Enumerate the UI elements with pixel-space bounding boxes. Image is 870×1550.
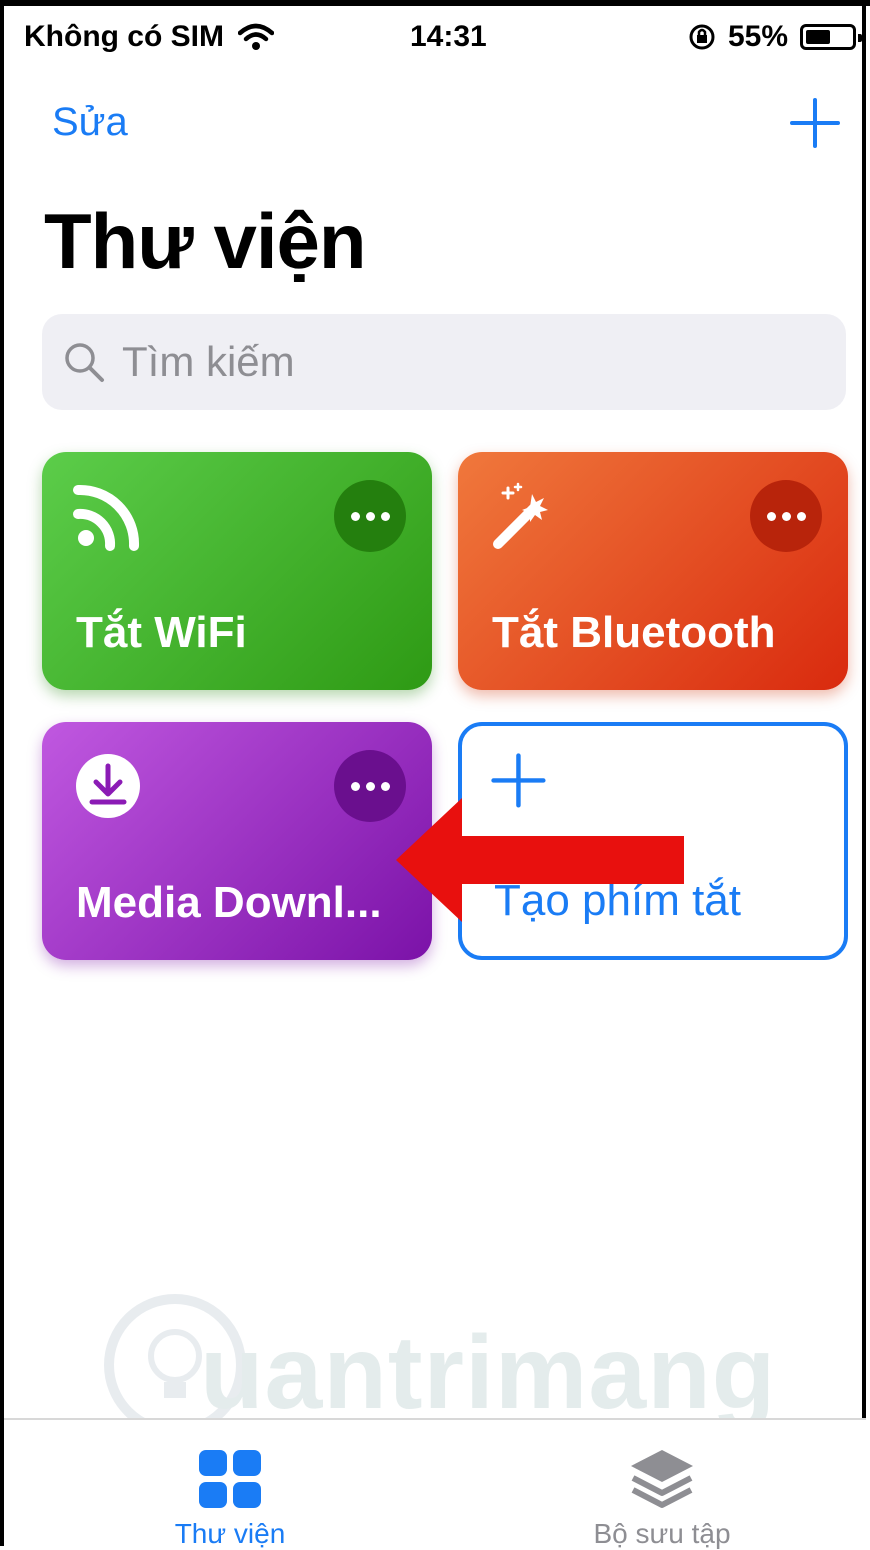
tab-bar: Thư viện Bộ sưu tập xyxy=(4,1418,866,1549)
shortcut-name: Media Downl... xyxy=(76,878,382,927)
layers-icon xyxy=(631,1450,693,1508)
search-bar[interactable] xyxy=(42,314,846,410)
shortcut-card-tat-wifi[interactable]: Tắt WiFi xyxy=(42,452,432,690)
battery-level-fill xyxy=(806,30,830,44)
grid-icon xyxy=(199,1450,261,1508)
wifi-icon xyxy=(237,23,274,50)
annotation-arrow-icon xyxy=(396,798,684,922)
more-button[interactable] xyxy=(750,480,822,552)
shortcut-card-tat-bluetooth[interactable]: Tắt Bluetooth xyxy=(458,452,848,690)
carrier-label: Không có SIM xyxy=(24,20,224,53)
tab-gallery[interactable]: Bộ sưu tập xyxy=(512,1420,812,1549)
shortcut-name: Tắt WiFi xyxy=(76,608,247,657)
search-icon xyxy=(65,343,104,382)
clock: 14:31 xyxy=(410,20,487,53)
more-button[interactable] xyxy=(334,480,406,552)
battery-icon xyxy=(800,24,862,50)
search-input[interactable] xyxy=(120,337,824,387)
download-icon xyxy=(76,754,140,818)
page-title: Thư viện xyxy=(44,197,367,285)
edit-button[interactable]: Sửa xyxy=(52,100,128,145)
magic-wand-icon xyxy=(493,482,548,549)
tab-label: Thư viện xyxy=(174,1518,286,1549)
status-bar: Không có SIM 14:31 55% xyxy=(24,14,862,64)
tab-label: Bộ sưu tập xyxy=(593,1518,731,1549)
battery-percent: 55% xyxy=(727,20,788,53)
status-right-group: 55% xyxy=(688,20,862,54)
wifi-signal-icon xyxy=(73,484,140,551)
carrier-group: Không có SIM xyxy=(24,20,274,54)
add-shortcut-icon[interactable] xyxy=(790,98,840,148)
shortcut-card-media-downloader[interactable]: Media Downl... xyxy=(42,722,432,960)
shortcut-name: Tắt Bluetooth xyxy=(492,608,776,657)
tab-library[interactable]: Thư viện xyxy=(80,1420,380,1549)
orientation-lock-icon xyxy=(689,24,715,50)
